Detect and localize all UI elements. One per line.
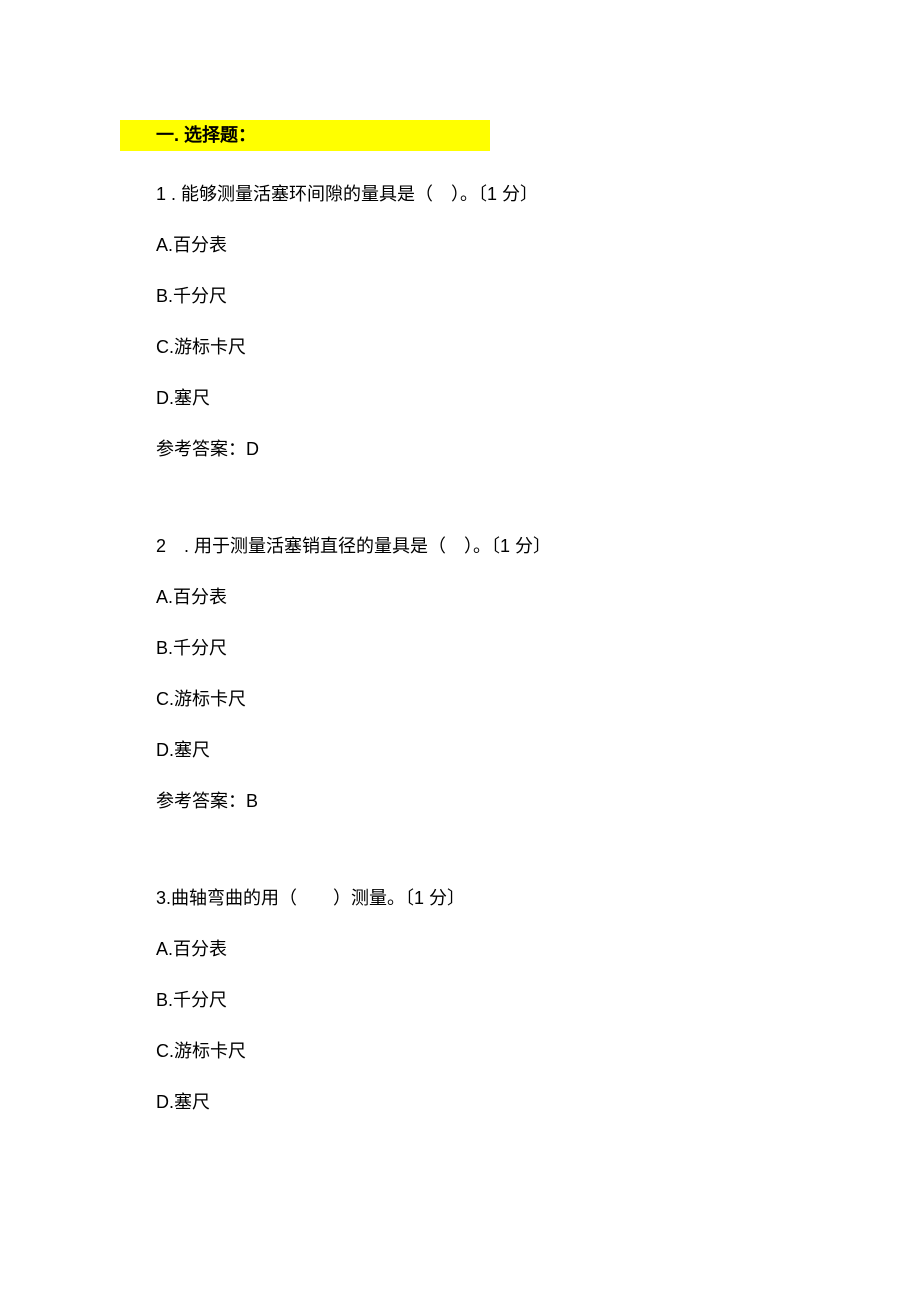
option-b: B.千分尺 (120, 987, 800, 1014)
option-b: B.千分尺 (120, 635, 800, 662)
option-a: A.百分表 (120, 584, 800, 611)
question-text: 2 . 用于测量活塞销直径的量具是（ ）。〔1 分〕 (120, 533, 800, 560)
section-header: 一. 选择题： (120, 120, 490, 151)
option-c: C.游标卡尺 (120, 686, 800, 713)
answer-text: 参考答案：B (120, 788, 800, 815)
question-text: 1 . 能够测量活塞环间隙的量具是（ ）。〔1 分〕 (120, 181, 800, 208)
question-block-1: 1 . 能够测量活塞环间隙的量具是（ ）。〔1 分〕 A.百分表 B.千分尺 C… (120, 181, 800, 463)
option-b: B.千分尺 (120, 283, 800, 310)
option-c: C.游标卡尺 (120, 1038, 800, 1065)
option-c: C.游标卡尺 (120, 334, 800, 361)
option-d: D.塞尺 (120, 1089, 800, 1116)
option-a: A.百分表 (120, 232, 800, 259)
option-d: D.塞尺 (120, 385, 800, 412)
question-block-3: 3.曲轴弯曲的用（ ）测量。〔1 分〕 A.百分表 B.千分尺 C.游标卡尺 D… (120, 885, 800, 1116)
question-text: 3.曲轴弯曲的用（ ）测量。〔1 分〕 (120, 885, 800, 912)
option-a: A.百分表 (120, 936, 800, 963)
question-block-2: 2 . 用于测量活塞销直径的量具是（ ）。〔1 分〕 A.百分表 B.千分尺 C… (120, 533, 800, 815)
answer-text: 参考答案：D (120, 436, 800, 463)
option-d: D.塞尺 (120, 737, 800, 764)
